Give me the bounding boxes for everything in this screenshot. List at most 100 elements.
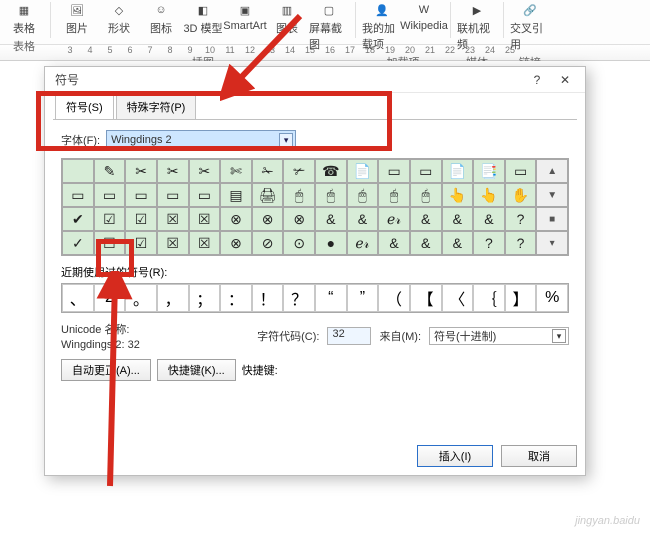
symbol-cell[interactable]: ▭ bbox=[189, 183, 221, 207]
symbol-cell[interactable]: 🖱 bbox=[283, 183, 315, 207]
recent-symbol-cell[interactable]: 、 bbox=[62, 284, 94, 312]
ribbon-item[interactable]: 🔗交叉引用 bbox=[510, 2, 550, 52]
shortcut-button[interactable]: 快捷键(K)... bbox=[157, 359, 236, 381]
symbol-cell[interactable]: ▭ bbox=[157, 183, 189, 207]
recent-symbol-cell[interactable]: ？ bbox=[283, 284, 315, 312]
symbol-cell[interactable]: 🖱 bbox=[315, 183, 347, 207]
from-select[interactable]: 符号(十进制) ▾ bbox=[429, 327, 569, 345]
symbol-cell[interactable]: ☎ bbox=[315, 159, 347, 183]
symbol-cell[interactable]: 📄 bbox=[442, 159, 474, 183]
symbol-cell[interactable]: ? bbox=[505, 231, 537, 255]
ribbon-item[interactable]: ☺图标 bbox=[141, 2, 181, 52]
symbol-cell[interactable]: ✄ bbox=[220, 159, 252, 183]
symbol-cell[interactable] bbox=[62, 159, 94, 183]
recent-symbol-cell[interactable]: ” bbox=[347, 284, 379, 312]
ribbon-item[interactable]: ◇形状 bbox=[99, 2, 139, 52]
symbol-cell[interactable]: & bbox=[473, 207, 505, 231]
symbol-cell[interactable]: ✋ bbox=[505, 183, 537, 207]
symbol-cell[interactable]: 👆 bbox=[473, 183, 505, 207]
ribbon-item[interactable]: ▶联机视频 bbox=[457, 2, 497, 52]
scrollbar-part[interactable]: ▾ bbox=[536, 231, 568, 255]
recent-symbol-cell[interactable]: ； bbox=[189, 284, 221, 312]
symbol-cell[interactable]: ☒ bbox=[189, 207, 221, 231]
recent-symbol-cell[interactable]: 。 bbox=[125, 284, 157, 312]
symbol-cell[interactable]: 📄 bbox=[347, 159, 379, 183]
symbol-cell[interactable]: ☑ bbox=[125, 207, 157, 231]
ribbon-item[interactable]: ▦表格 bbox=[4, 2, 44, 36]
symbol-cell[interactable]: 🖨 bbox=[252, 183, 284, 207]
symbol-cell[interactable]: ▭ bbox=[125, 183, 157, 207]
symbol-cell[interactable]: ▭ bbox=[378, 159, 410, 183]
symbol-cell[interactable]: ☒ bbox=[157, 231, 189, 255]
symbol-cell[interactable]: ▭ bbox=[410, 159, 442, 183]
symbol-cell[interactable]: ✁ bbox=[252, 159, 284, 183]
ribbon-item[interactable]: 👤我的加载项 bbox=[362, 2, 402, 52]
symbol-cell[interactable]: ⊗ bbox=[220, 231, 252, 255]
close-button[interactable]: ✕ bbox=[551, 69, 579, 91]
code-input[interactable]: 32 bbox=[327, 327, 371, 345]
symbol-cell[interactable]: ⊘ bbox=[252, 231, 284, 255]
symbol-cell[interactable]: ✓ bbox=[62, 231, 94, 255]
symbol-cell[interactable]: ▭ bbox=[505, 159, 537, 183]
symbol-cell[interactable]: ? bbox=[505, 207, 537, 231]
cancel-button[interactable]: 取消 bbox=[501, 445, 577, 467]
symbol-cell[interactable]: ☐ bbox=[94, 231, 126, 255]
recent-symbol-cell[interactable]: % bbox=[536, 284, 568, 312]
font-select[interactable]: Wingdings 2 ▾ bbox=[106, 130, 296, 150]
scrollbar-part[interactable]: ▲ bbox=[536, 159, 568, 183]
symbol-cell[interactable]: ▭ bbox=[94, 183, 126, 207]
scrollbar-part[interactable]: ■ bbox=[536, 207, 568, 231]
symbol-cell[interactable]: ✔ bbox=[62, 207, 94, 231]
recent-symbol-cell[interactable]: ！ bbox=[252, 284, 284, 312]
symbol-cell[interactable]: & bbox=[315, 207, 347, 231]
symbol-cell[interactable]: ● bbox=[315, 231, 347, 255]
symbol-cell[interactable]: ☒ bbox=[189, 231, 221, 255]
symbol-cell[interactable]: 🖱 bbox=[347, 183, 379, 207]
symbol-cell[interactable]: ℯ𝓇 bbox=[347, 231, 379, 255]
symbol-cell[interactable]: ✂ bbox=[189, 159, 221, 183]
help-button[interactable]: ? bbox=[523, 69, 551, 91]
recent-symbol-cell[interactable]: 】 bbox=[505, 284, 537, 312]
symbol-cell[interactable]: ☑ bbox=[125, 231, 157, 255]
recent-symbol-cell[interactable]: （ bbox=[378, 284, 410, 312]
symbol-cell[interactable]: & bbox=[442, 207, 474, 231]
symbol-cell[interactable]: ✃ bbox=[283, 159, 315, 183]
symbol-cell[interactable]: ⊗ bbox=[252, 207, 284, 231]
ribbon-item[interactable]: ▢屏幕截图 bbox=[309, 2, 349, 52]
symbol-cell[interactable]: ⊗ bbox=[283, 207, 315, 231]
ribbon-item[interactable]: WWikipedia bbox=[404, 2, 444, 52]
symbol-cell[interactable]: ☑ bbox=[94, 207, 126, 231]
symbol-cell[interactable]: ⊗ bbox=[220, 207, 252, 231]
autocorrect-button[interactable]: 自动更正(A)... bbox=[61, 359, 151, 381]
symbol-cell[interactable]: 📑 bbox=[473, 159, 505, 183]
symbol-cell[interactable]: ✂ bbox=[157, 159, 189, 183]
recent-symbol-cell[interactable]: “ bbox=[315, 284, 347, 312]
ribbon-item[interactable]: ◧3D 模型 bbox=[183, 2, 223, 52]
ribbon-item[interactable]: ▥图表 bbox=[267, 2, 307, 52]
symbol-cell[interactable]: & bbox=[410, 207, 442, 231]
symbol-cell[interactable]: ? bbox=[473, 231, 505, 255]
symbol-cell[interactable]: & bbox=[410, 231, 442, 255]
tab[interactable]: 符号(S) bbox=[55, 94, 114, 119]
insert-button[interactable]: 插入(I) bbox=[417, 445, 493, 467]
symbol-cell[interactable]: 🖱 bbox=[378, 183, 410, 207]
symbol-cell[interactable]: ⊙ bbox=[283, 231, 315, 255]
scrollbar-part[interactable]: ▼ bbox=[536, 183, 568, 207]
symbol-cell[interactable]: ▭ bbox=[62, 183, 94, 207]
symbol-cell[interactable]: ☒ bbox=[157, 207, 189, 231]
symbol-cell[interactable]: & bbox=[347, 207, 379, 231]
recent-symbol-cell[interactable]: ： bbox=[220, 284, 252, 312]
recent-symbol-cell[interactable]: 【 bbox=[410, 284, 442, 312]
ribbon-item[interactable]: ▣SmartArt bbox=[225, 2, 265, 52]
recent-symbol-cell[interactable]: 2 bbox=[94, 284, 126, 312]
symbol-cell[interactable]: ▤ bbox=[220, 183, 252, 207]
tab[interactable]: 特殊字符(P) bbox=[116, 94, 197, 119]
symbol-cell[interactable]: & bbox=[442, 231, 474, 255]
symbol-cell[interactable]: & bbox=[378, 231, 410, 255]
ribbon-item[interactable]: 🖼图片 bbox=[57, 2, 97, 52]
symbol-cell[interactable]: ✎ bbox=[94, 159, 126, 183]
recent-symbol-cell[interactable]: 〈 bbox=[442, 284, 474, 312]
recent-symbol-cell[interactable]: ｛ bbox=[473, 284, 505, 312]
symbol-cell[interactable]: 👆 bbox=[442, 183, 474, 207]
recent-symbol-cell[interactable]: ， bbox=[157, 284, 189, 312]
